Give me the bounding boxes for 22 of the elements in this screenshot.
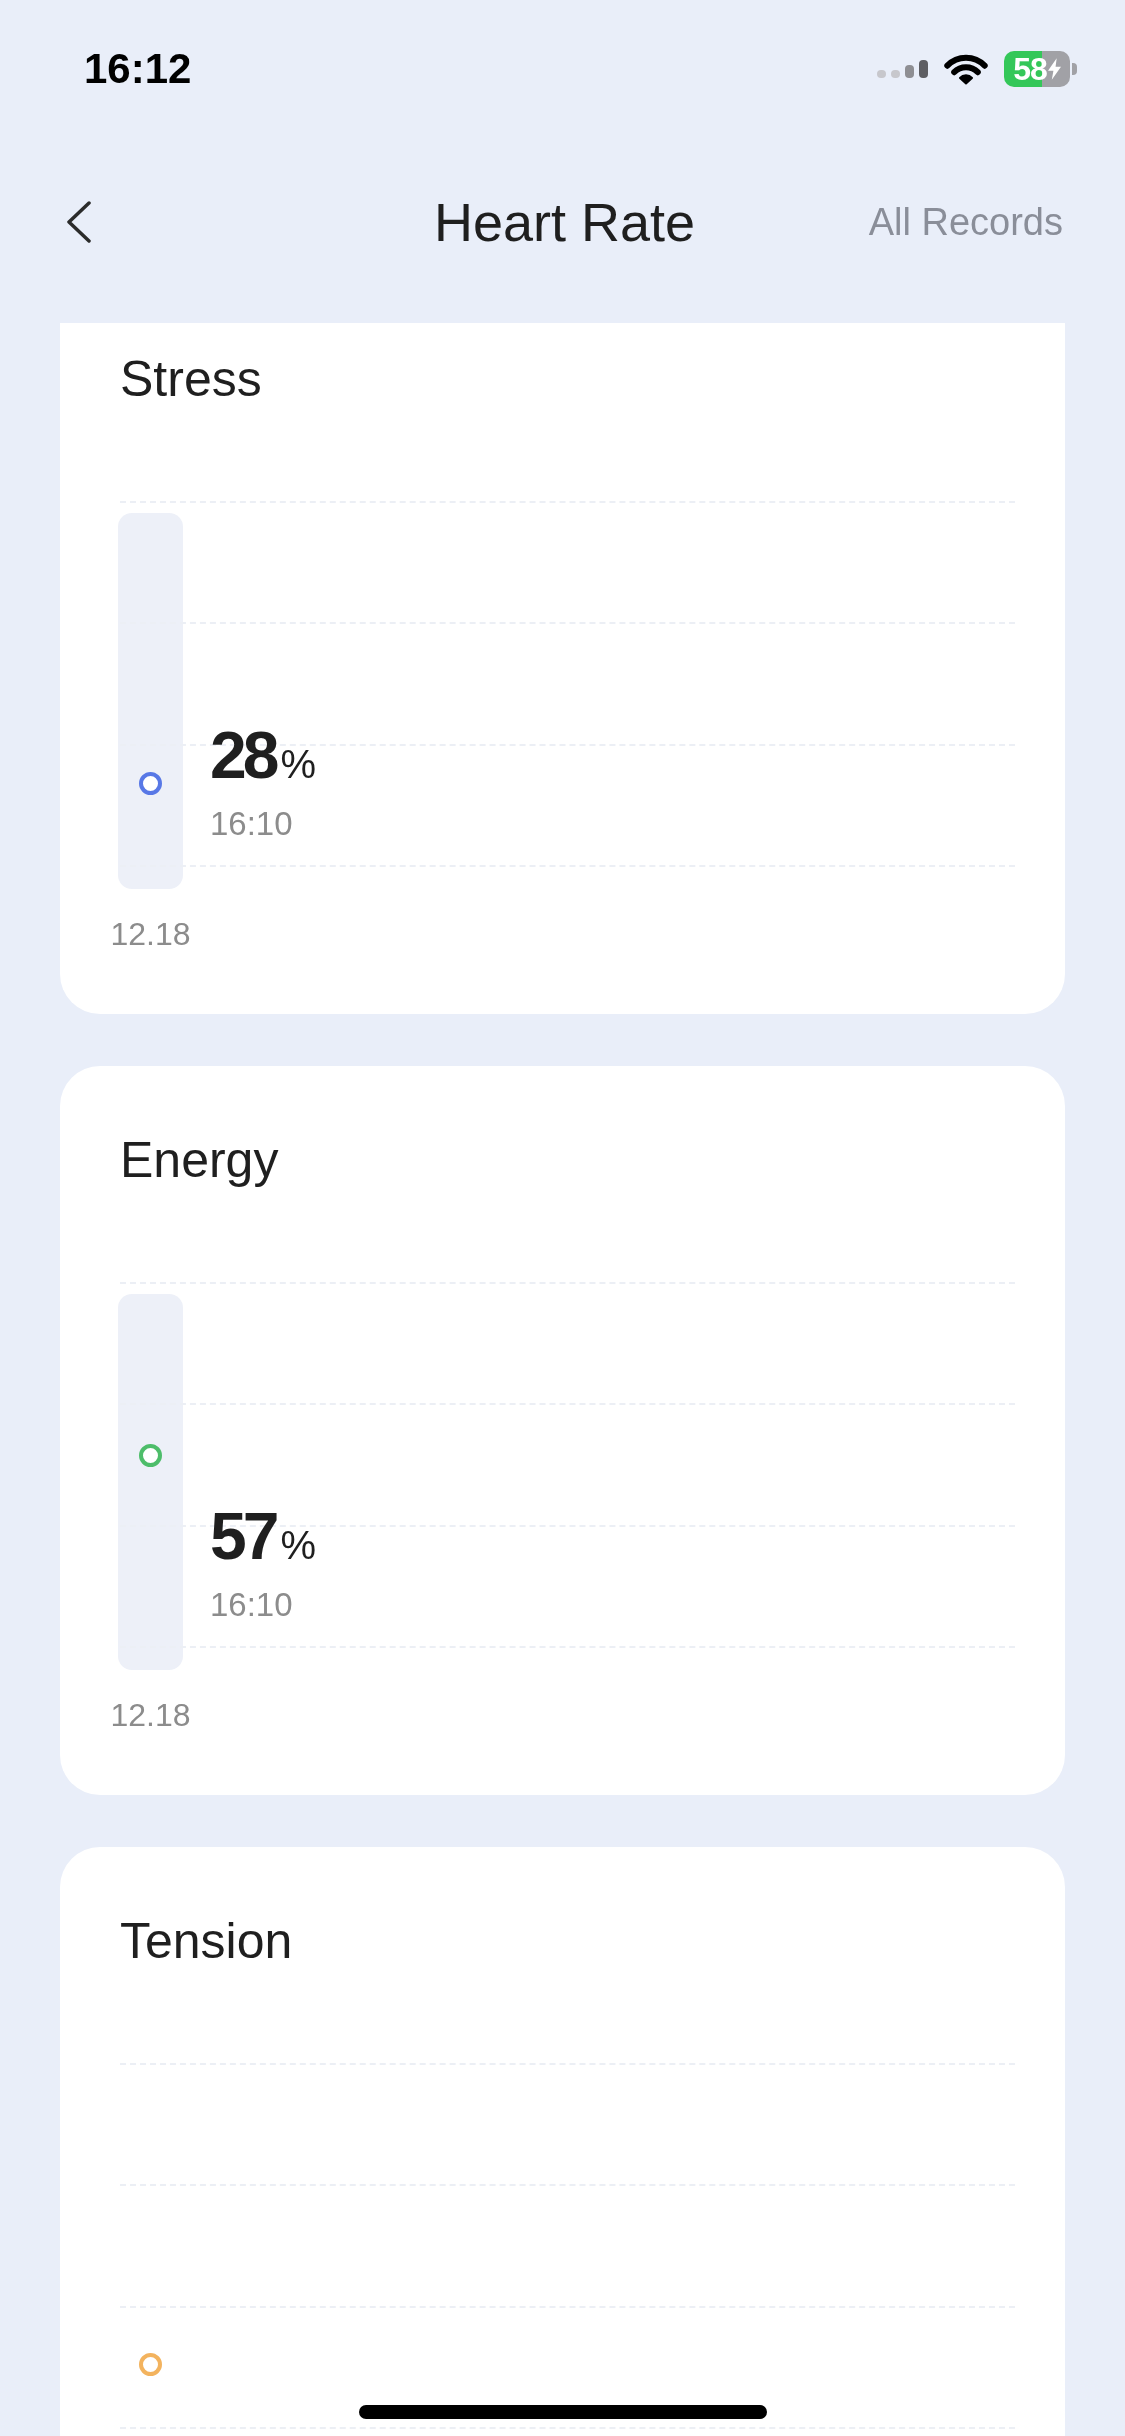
chevron-left-icon	[66, 201, 92, 243]
signal-icon	[877, 60, 928, 78]
reading-time: 16:10	[210, 804, 294, 844]
ring-marker-icon[interactable]	[139, 772, 162, 796]
battery-tip-icon	[1072, 63, 1077, 75]
status-time: 16:12	[84, 45, 192, 93]
records-link[interactable]: All Records	[868, 200, 1063, 244]
reading-value: 57%	[210, 1503, 316, 1575]
date-label: 12.18	[110, 1696, 191, 1735]
card-title: Energy	[120, 1131, 279, 1190]
ring-marker-icon[interactable]	[139, 1444, 162, 1468]
bolt-icon	[1047, 58, 1061, 80]
card-title: Tension	[120, 1912, 293, 1971]
reading-value: 28%	[210, 722, 316, 794]
card-title: Stress	[120, 350, 262, 409]
back-button[interactable]	[66, 201, 92, 243]
reading-time: 16:10	[210, 1585, 294, 1625]
wifi-icon	[943, 52, 989, 86]
ring-marker-icon[interactable]	[139, 2353, 162, 2376]
page-title: Heart Rate	[433, 191, 696, 253]
date-label: 12.18	[110, 915, 191, 954]
battery-percent: 58	[1013, 53, 1047, 85]
